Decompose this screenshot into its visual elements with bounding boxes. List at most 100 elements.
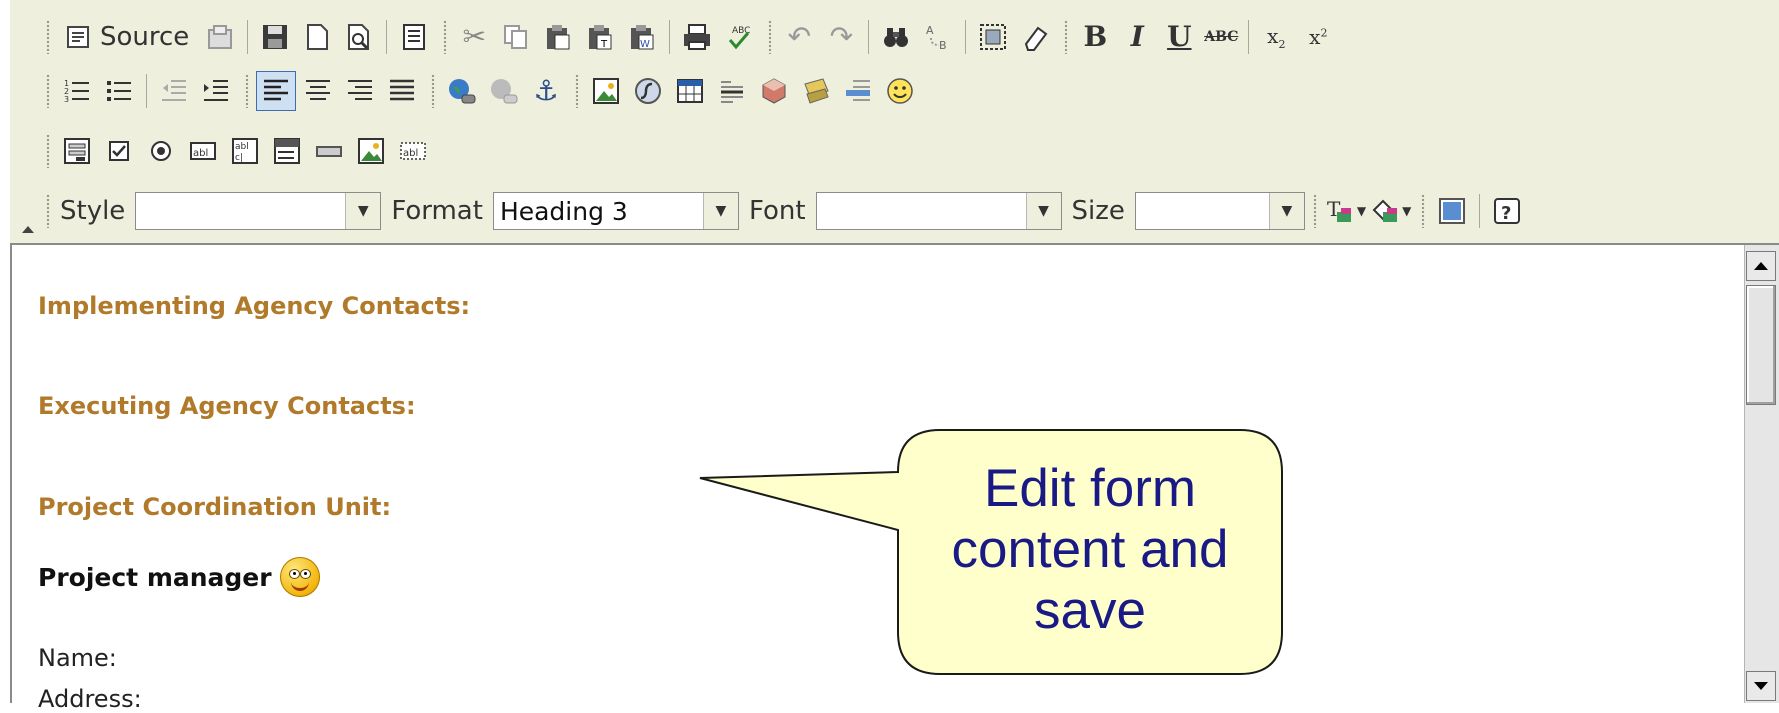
table-button[interactable] [670, 71, 710, 111]
align-left-icon [264, 79, 288, 101]
remove-format-button[interactable] [1015, 17, 1055, 57]
form-button[interactable] [57, 131, 97, 171]
font-combo[interactable]: ▼ [815, 192, 1062, 230]
smiley-icon [887, 78, 913, 104]
justify-button[interactable] [382, 71, 422, 111]
size-value [1136, 193, 1269, 229]
spellcheck-button[interactable]: ABC [719, 17, 759, 57]
paste-text-button[interactable]: T [580, 17, 620, 57]
templates-icon [208, 25, 233, 49]
toolbar-separator [669, 20, 671, 54]
subscript-button[interactable]: x2 [1256, 17, 1296, 57]
format-combo[interactable]: Heading 3 ▼ [492, 192, 739, 230]
copy-button[interactable] [496, 17, 536, 57]
scroll-down-button[interactable] [1746, 671, 1776, 701]
scrollbar-thumb[interactable] [1746, 285, 1776, 405]
anchor-button[interactable]: ⚓ [526, 71, 566, 111]
chevron-down-icon[interactable]: ▼ [1268, 193, 1304, 229]
toolbar-grip[interactable] [46, 134, 50, 168]
bulleted-list-button[interactable] [99, 71, 139, 111]
address-field-label: Address: [38, 685, 142, 713]
templates-button[interactable] [200, 17, 240, 57]
toolbar-separator [965, 20, 967, 54]
image-button[interactable] [586, 71, 626, 111]
size-combo[interactable]: ▼ [1134, 192, 1305, 230]
italic-button[interactable]: I [1117, 17, 1157, 57]
paste-word-button[interactable]: W [622, 17, 662, 57]
cut-button[interactable]: ✂ [454, 17, 494, 57]
text-field-icon: abl [190, 142, 216, 160]
preview-button[interactable] [339, 17, 379, 57]
toolbar-grip[interactable] [1064, 20, 1069, 54]
collapse-toolbar-icon[interactable] [22, 226, 34, 233]
toolbar-grip[interactable] [1421, 194, 1426, 228]
align-right-button[interactable] [340, 71, 380, 111]
toolbar-grip[interactable] [1312, 194, 1317, 228]
style-combo[interactable]: ▼ [135, 192, 382, 230]
horizontal-rule-button[interactable] [712, 71, 752, 111]
flash-button[interactable] [628, 71, 668, 111]
radio-button[interactable] [141, 131, 181, 171]
chevron-down-icon[interactable]: ▼ [1025, 193, 1061, 229]
redo-button[interactable]: ↷ [821, 17, 861, 57]
text-field-button[interactable]: abl [183, 131, 223, 171]
italic-icon: I [1130, 20, 1144, 53]
toolbar-grip[interactable] [46, 20, 50, 54]
outdent-button[interactable] [154, 71, 194, 111]
numbered-list-button[interactable]: 123 [57, 71, 97, 111]
toolbar-grip[interactable] [575, 74, 579, 108]
toolbar-grip[interactable] [46, 74, 50, 108]
bold-button[interactable]: B [1075, 17, 1115, 57]
find-button[interactable] [876, 17, 916, 57]
strikethrough-button[interactable]: ABC [1201, 17, 1241, 57]
toolbar-grip[interactable] [46, 194, 50, 228]
maximize-button[interactable] [1432, 191, 1472, 231]
page-break-button[interactable] [796, 71, 836, 111]
svg-text:abl: abl [403, 148, 418, 159]
superscript-button[interactable]: x2 [1298, 17, 1338, 57]
textarea-button[interactable]: abl c| [225, 131, 265, 171]
scroll-up-button[interactable] [1746, 251, 1776, 281]
toolbar-grip[interactable] [245, 74, 249, 108]
special-char-button[interactable] [754, 71, 794, 111]
toolbar-grip[interactable] [431, 74, 435, 108]
vertical-scrollbar[interactable] [1744, 245, 1779, 703]
help-button[interactable]: ? [1487, 191, 1527, 231]
select-all-button[interactable] [973, 17, 1013, 57]
indent-button[interactable] [196, 71, 236, 111]
print-button[interactable] [677, 17, 717, 57]
smiley-button[interactable] [880, 71, 920, 111]
underline-button[interactable]: U [1159, 17, 1199, 57]
source-icon [67, 26, 89, 48]
replace-button[interactable]: AB [918, 17, 958, 57]
background-color-button[interactable]: ▼ [1369, 191, 1412, 231]
toolbar-grip[interactable] [768, 20, 773, 54]
toolbar-separator [146, 74, 147, 108]
save-button[interactable] [255, 17, 295, 57]
paste-word-icon: W [631, 25, 654, 50]
source-button[interactable]: Source [57, 17, 198, 57]
unlink-button[interactable] [484, 71, 524, 111]
templates-doc-button[interactable] [394, 17, 434, 57]
editor-content-area[interactable]: Implementing Agency Contacts: Executing … [10, 245, 1779, 713]
image-button-field-button[interactable] [351, 131, 391, 171]
button-field-button[interactable] [309, 131, 349, 171]
select-field-button[interactable] [267, 131, 307, 171]
paste-button[interactable] [538, 17, 578, 57]
eraser-icon [1025, 26, 1048, 51]
font-value [817, 193, 1026, 229]
checkbox-button[interactable] [99, 131, 139, 171]
heading-project-coordination: Project Coordination Unit: [38, 493, 392, 521]
iframe-button[interactable] [838, 71, 878, 111]
new-page-button[interactable] [297, 17, 337, 57]
chevron-down-icon[interactable]: ▼ [702, 193, 738, 229]
chevron-down-icon[interactable]: ▼ [345, 193, 381, 229]
align-left-button[interactable] [256, 71, 296, 111]
toolbar-grip[interactable] [443, 20, 448, 54]
undo-button[interactable]: ↶ [779, 17, 819, 57]
hidden-field-button[interactable]: abl [393, 131, 433, 171]
align-center-button[interactable] [298, 71, 338, 111]
link-button[interactable] [442, 71, 482, 111]
style-value [136, 193, 345, 229]
text-color-button[interactable]: T ▼ [1324, 191, 1367, 231]
